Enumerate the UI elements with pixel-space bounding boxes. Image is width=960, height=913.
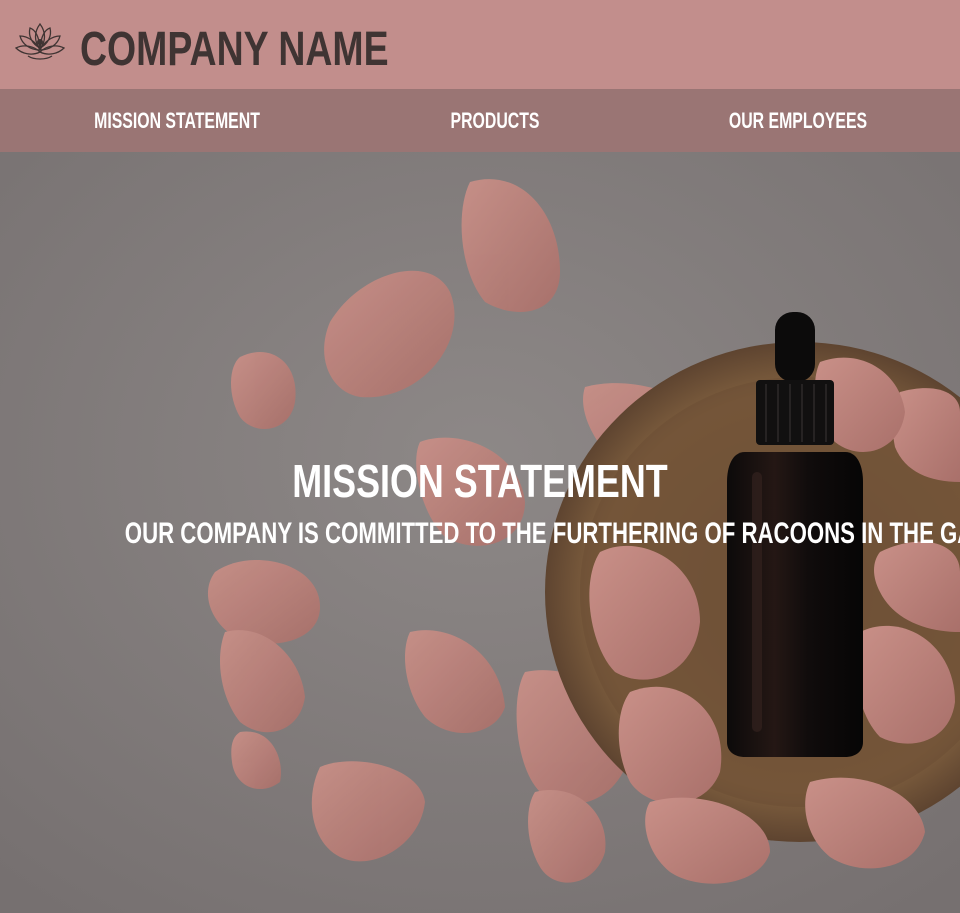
site-header: COMPANY NAME (0, 0, 960, 89)
hero-title: MISSION STATEMENT (292, 455, 668, 507)
nav-item-mission-statement[interactable]: MISSION STATEMENT (80, 89, 274, 152)
hero-section: MISSION STATEMENT OUR COMPANY IS COMMITT… (0, 152, 960, 913)
lotus-icon[interactable] (14, 14, 66, 66)
main-nav: MISSION STATEMENT PRODUCTS OUR EMPLOYEES (0, 89, 960, 152)
nav-item-our-employees[interactable]: OUR EMPLOYEES (704, 89, 891, 152)
company-name[interactable]: COMPANY NAME (80, 22, 389, 78)
nav-item-products[interactable]: PRODUCTS (427, 89, 564, 152)
mission-statement-text: OUR COMPANY IS COMMITTED TO THE FURTHERI… (124, 517, 960, 550)
